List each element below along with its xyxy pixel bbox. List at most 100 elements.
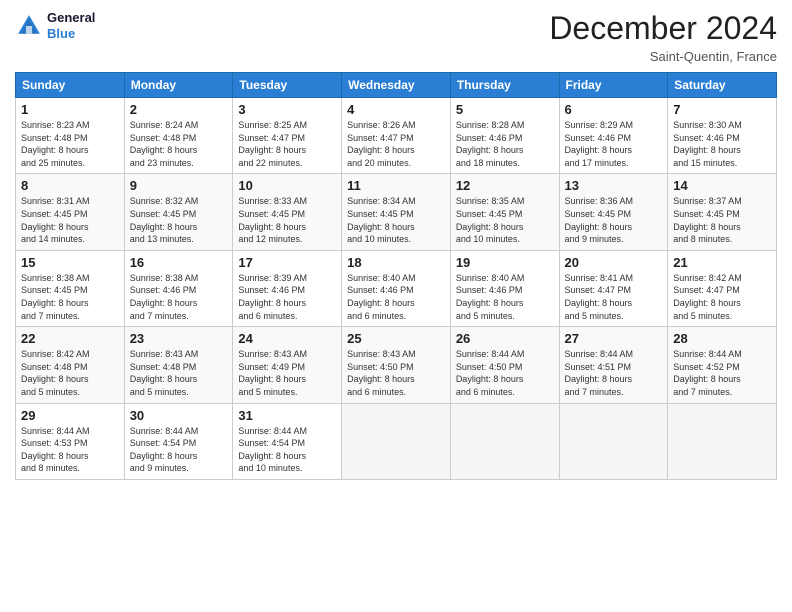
calendar-day-cell: 30 Sunrise: 8:44 AM Sunset: 4:54 PM Dayli… <box>124 403 233 479</box>
calendar-day-cell: 29 Sunrise: 8:44 AM Sunset: 4:53 PM Dayli… <box>16 403 125 479</box>
calendar-day-cell: 14 Sunrise: 8:37 AM Sunset: 4:45 PM Dayli… <box>668 174 777 250</box>
day-number: 3 <box>238 102 336 117</box>
day-info: Sunrise: 8:25 AM Sunset: 4:47 PM Dayligh… <box>238 119 336 169</box>
calendar-day-cell: 25 Sunrise: 8:43 AM Sunset: 4:50 PM Dayli… <box>342 327 451 403</box>
day-number: 4 <box>347 102 445 117</box>
day-number: 22 <box>21 331 119 346</box>
day-info: Sunrise: 8:40 AM Sunset: 4:46 PM Dayligh… <box>347 272 445 322</box>
day-number: 29 <box>21 408 119 423</box>
day-of-week-header: Wednesday <box>342 73 451 98</box>
calendar-header-row: SundayMondayTuesdayWednesdayThursdayFrid… <box>16 73 777 98</box>
day-number: 13 <box>565 178 663 193</box>
day-number: 8 <box>21 178 119 193</box>
day-info: Sunrise: 8:43 AM Sunset: 4:49 PM Dayligh… <box>238 348 336 398</box>
day-number: 16 <box>130 255 228 270</box>
calendar-day-cell: 11 Sunrise: 8:34 AM Sunset: 4:45 PM Dayli… <box>342 174 451 250</box>
calendar-day-cell: 3 Sunrise: 8:25 AM Sunset: 4:47 PM Daylig… <box>233 98 342 174</box>
day-number: 23 <box>130 331 228 346</box>
calendar-day-cell <box>450 403 559 479</box>
calendar-day-cell: 18Sunrise: 8:40 AM Sunset: 4:46 PM Dayli… <box>342 250 451 326</box>
day-info: Sunrise: 8:26 AM Sunset: 4:47 PM Dayligh… <box>347 119 445 169</box>
day-info: Sunrise: 8:31 AM Sunset: 4:45 PM Dayligh… <box>21 195 119 245</box>
calendar-day-cell: 15 Sunrise: 8:38 AM Sunset: 4:45 PM Dayli… <box>16 250 125 326</box>
day-info: Sunrise: 8:35 AM Sunset: 4:45 PM Dayligh… <box>456 195 554 245</box>
day-number: 11 <box>347 178 445 193</box>
day-info: Sunrise: 8:34 AM Sunset: 4:45 PM Dayligh… <box>347 195 445 245</box>
calendar-day-cell: 7 Sunrise: 8:30 AM Sunset: 4:46 PM Daylig… <box>668 98 777 174</box>
day-number: 7 <box>673 102 771 117</box>
day-number: 14 <box>673 178 771 193</box>
calendar-day-cell: 8 Sunrise: 8:31 AM Sunset: 4:45 PM Daylig… <box>16 174 125 250</box>
calendar-day-cell: 24 Sunrise: 8:43 AM Sunset: 4:49 PM Dayli… <box>233 327 342 403</box>
day-number: 15 <box>21 255 119 270</box>
calendar-week-row: 15 Sunrise: 8:38 AM Sunset: 4:45 PM Dayli… <box>16 250 777 326</box>
calendar-day-cell: 21 Sunrise: 8:42 AM Sunset: 4:47 PM Dayli… <box>668 250 777 326</box>
calendar-day-cell: 27Sunrise: 8:44 AM Sunset: 4:51 PM Dayli… <box>559 327 668 403</box>
day-of-week-header: Thursday <box>450 73 559 98</box>
day-info: Sunrise: 8:43 AM Sunset: 4:50 PM Dayligh… <box>347 348 445 398</box>
day-info: Sunrise: 8:40 AM Sunset: 4:46 PM Dayligh… <box>456 272 554 322</box>
day-info: Sunrise: 8:37 AM Sunset: 4:45 PM Dayligh… <box>673 195 771 245</box>
calendar: SundayMondayTuesdayWednesdayThursdayFrid… <box>15 72 777 480</box>
day-info: Sunrise: 8:42 AM Sunset: 4:47 PM Dayligh… <box>673 272 771 322</box>
day-info: Sunrise: 8:42 AM Sunset: 4:48 PM Dayligh… <box>21 348 119 398</box>
calendar-day-cell <box>342 403 451 479</box>
day-info: Sunrise: 8:38 AM Sunset: 4:46 PM Dayligh… <box>130 272 228 322</box>
page: General Blue December 2024 Saint-Quentin… <box>0 0 792 612</box>
calendar-day-cell: 17 Sunrise: 8:39 AM Sunset: 4:46 PM Dayli… <box>233 250 342 326</box>
day-info: Sunrise: 8:44 AM Sunset: 4:52 PM Dayligh… <box>673 348 771 398</box>
calendar-week-row: 8 Sunrise: 8:31 AM Sunset: 4:45 PM Daylig… <box>16 174 777 250</box>
day-info: Sunrise: 8:33 AM Sunset: 4:45 PM Dayligh… <box>238 195 336 245</box>
day-number: 30 <box>130 408 228 423</box>
calendar-day-cell: 4 Sunrise: 8:26 AM Sunset: 4:47 PM Daylig… <box>342 98 451 174</box>
day-number: 5 <box>456 102 554 117</box>
day-info: Sunrise: 8:44 AM Sunset: 4:54 PM Dayligh… <box>130 425 228 475</box>
day-number: 24 <box>238 331 336 346</box>
day-of-week-header: Saturday <box>668 73 777 98</box>
day-number: 10 <box>238 178 336 193</box>
day-info: Sunrise: 8:44 AM Sunset: 4:53 PM Dayligh… <box>21 425 119 475</box>
calendar-day-cell: 2Sunrise: 8:24 AM Sunset: 4:48 PM Daylig… <box>124 98 233 174</box>
calendar-day-cell <box>559 403 668 479</box>
day-number: 20 <box>565 255 663 270</box>
day-number: 27 <box>565 331 663 346</box>
day-info: Sunrise: 8:28 AM Sunset: 4:46 PM Dayligh… <box>456 119 554 169</box>
day-info: Sunrise: 8:38 AM Sunset: 4:45 PM Dayligh… <box>21 272 119 322</box>
day-number: 12 <box>456 178 554 193</box>
calendar-day-cell: 16 Sunrise: 8:38 AM Sunset: 4:46 PM Dayli… <box>124 250 233 326</box>
calendar-day-cell: 26Sunrise: 8:44 AM Sunset: 4:50 PM Dayli… <box>450 327 559 403</box>
calendar-day-cell: 22 Sunrise: 8:42 AM Sunset: 4:48 PM Dayli… <box>16 327 125 403</box>
day-number: 26 <box>456 331 554 346</box>
day-number: 17 <box>238 255 336 270</box>
day-number: 19 <box>456 255 554 270</box>
calendar-day-cell: 1Sunrise: 8:23 AM Sunset: 4:48 PM Daylig… <box>16 98 125 174</box>
day-info: Sunrise: 8:32 AM Sunset: 4:45 PM Dayligh… <box>130 195 228 245</box>
subtitle: Saint-Quentin, France <box>549 49 777 64</box>
title-block: December 2024 Saint-Quentin, France <box>549 10 777 64</box>
calendar-day-cell: 23Sunrise: 8:43 AM Sunset: 4:48 PM Dayli… <box>124 327 233 403</box>
day-number: 25 <box>347 331 445 346</box>
day-info: Sunrise: 8:30 AM Sunset: 4:46 PM Dayligh… <box>673 119 771 169</box>
day-of-week-header: Monday <box>124 73 233 98</box>
day-number: 28 <box>673 331 771 346</box>
calendar-week-row: 29 Sunrise: 8:44 AM Sunset: 4:53 PM Dayli… <box>16 403 777 479</box>
day-info: Sunrise: 8:29 AM Sunset: 4:46 PM Dayligh… <box>565 119 663 169</box>
day-info: Sunrise: 8:41 AM Sunset: 4:47 PM Dayligh… <box>565 272 663 322</box>
calendar-day-cell <box>668 403 777 479</box>
logo-text: General Blue <box>47 10 95 41</box>
calendar-day-cell: 12 Sunrise: 8:35 AM Sunset: 4:45 PM Dayli… <box>450 174 559 250</box>
calendar-day-cell: 31Sunrise: 8:44 AM Sunset: 4:54 PM Dayli… <box>233 403 342 479</box>
day-number: 21 <box>673 255 771 270</box>
day-number: 6 <box>565 102 663 117</box>
calendar-day-cell: 20 Sunrise: 8:41 AM Sunset: 4:47 PM Dayli… <box>559 250 668 326</box>
header: General Blue December 2024 Saint-Quentin… <box>15 10 777 64</box>
day-info: Sunrise: 8:36 AM Sunset: 4:45 PM Dayligh… <box>565 195 663 245</box>
day-number: 2 <box>130 102 228 117</box>
calendar-day-cell: 9 Sunrise: 8:32 AM Sunset: 4:45 PM Daylig… <box>124 174 233 250</box>
calendar-day-cell: 19 Sunrise: 8:40 AM Sunset: 4:46 PM Dayli… <box>450 250 559 326</box>
day-number: 9 <box>130 178 228 193</box>
calendar-day-cell: 13 Sunrise: 8:36 AM Sunset: 4:45 PM Dayli… <box>559 174 668 250</box>
day-info: Sunrise: 8:39 AM Sunset: 4:46 PM Dayligh… <box>238 272 336 322</box>
calendar-day-cell: 6 Sunrise: 8:29 AM Sunset: 4:46 PM Daylig… <box>559 98 668 174</box>
day-number: 1 <box>21 102 119 117</box>
